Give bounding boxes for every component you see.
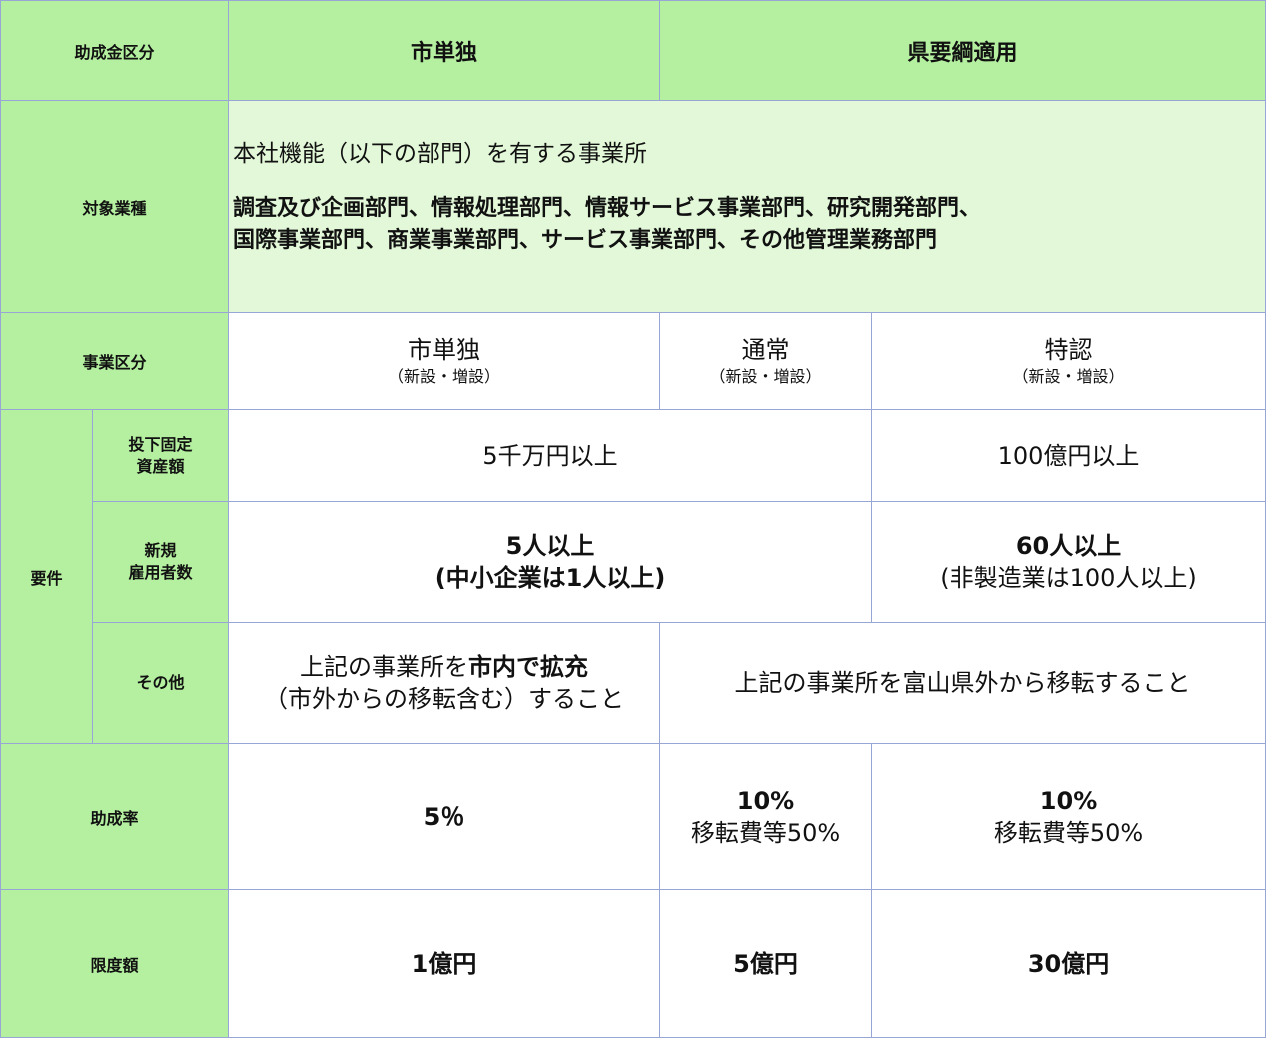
employment-special-line1: 60人以上 — [1015, 532, 1122, 560]
other-city-bold: 市内で拡充 — [468, 653, 589, 681]
other-city-line1: 上記の事業所を市内で拡充 — [229, 651, 659, 683]
category-city-sub: （新設・増設） — [388, 367, 501, 386]
rate-special-main: 10% — [1039, 786, 1098, 815]
rate-city: 5％ — [228, 743, 661, 890]
employment-city-normal-line1: 5人以上 — [505, 532, 595, 560]
rate-special-sub: 移転費等50% — [993, 818, 1144, 847]
employment-row: 新規 雇用者数 5人以上 (中小企業は1人以上) 60人以上 (非製造業は100… — [1, 501, 1267, 623]
category-label: 事業区分 — [0, 312, 230, 410]
other-city-prefix: 上記の事業所を — [300, 653, 469, 681]
category-normal: 通常 （新設・増設） — [659, 312, 873, 410]
subsidy-table: 助成金区分 市単独 県要綱適用 対象業種 本社機能（以下の部門）を有する事業所 … — [0, 0, 1267, 1038]
investment-label-line2: 資産額 — [136, 456, 185, 476]
employment-special-line2: (非製造業は100人以上) — [940, 564, 1197, 592]
target-label: 対象業種 — [0, 100, 230, 313]
investment-row: 要件 投下固定 資産額 5千万円以上 100億円以上 — [0, 409, 1267, 744]
limit-normal: 5億円 — [659, 889, 873, 1038]
target-departments-line1: 調査及び企画部門、情報処理部門、情報サービス事業部門、研究開発部門、 — [233, 196, 982, 221]
category-special-sub: （新設・増設） — [1012, 367, 1125, 386]
header-city: 市単独 — [228, 0, 661, 101]
category-city-title: 市単独 — [408, 336, 481, 364]
investment-label: 投下固定 資産額 — [91, 409, 230, 502]
target-row: 対象業種 本社機能（以下の部門）を有する事業所 調査及び企画部門、情報処理部門、… — [0, 100, 1267, 313]
investment-label-line1: 投下固定 — [128, 434, 193, 454]
limit-label: 限度額 — [0, 889, 230, 1038]
rate-normal-main: 10% — [736, 786, 795, 815]
rate-special: 10% 移転費等50% — [871, 743, 1267, 890]
target-content: 本社機能（以下の部門）を有する事業所 調査及び企画部門、情報処理部門、情報サービ… — [228, 100, 1267, 313]
category-city: 市単独 （新設・増設） — [228, 312, 661, 410]
category-special-title: 特認 — [1044, 336, 1093, 364]
header-row: 助成金区分 市単独 県要綱適用 — [0, 0, 1267, 101]
header-label: 助成金区分 — [0, 0, 230, 101]
employment-label-line1: 新規 — [144, 541, 177, 560]
employment-label-line2: 雇用者数 — [128, 563, 193, 582]
category-special: 特認 （新設・増設） — [871, 312, 1267, 410]
target-departments-line2: 国際事業部門、商業事業部門、サービス事業部門、その他管理業務部門 — [233, 228, 938, 253]
target-intro: 本社機能（以下の部門）を有する事業所 — [233, 141, 648, 167]
rate-label: 助成率 — [0, 743, 230, 890]
rate-row: 助成率 5％ 10% 移転費等50% 10% 移転費等50% — [0, 743, 1267, 890]
other-city: 上記の事業所を市内で拡充 （市外からの移転含む）すること — [228, 622, 661, 744]
investment-special: 100億円以上 — [871, 409, 1267, 502]
category-normal-sub: （新設・増設） — [709, 367, 822, 386]
header-pref: 県要綱適用 — [659, 0, 1267, 101]
employment-label: 新規 雇用者数 — [91, 501, 230, 623]
other-row: その他 上記の事業所を市内で拡充 （市外からの移転含む）すること 上記の事業所を… — [1, 622, 1267, 744]
employment-special: 60人以上 (非製造業は100人以上) — [871, 501, 1267, 623]
employment-city-normal-line2: (中小企業は1人以上) — [434, 564, 666, 592]
other-pref: 上記の事業所を富山県外から移転すること — [659, 622, 1267, 744]
investment-city-normal: 5千万円以上 — [228, 409, 873, 502]
employment-city-normal: 5人以上 (中小企業は1人以上) — [228, 501, 873, 623]
other-label: その他 — [91, 622, 230, 744]
limit-city: 1億円 — [228, 889, 661, 1038]
requirements-label: 要件 — [0, 409, 93, 744]
category-row: 事業区分 市単独 （新設・増設） 通常 （新設・増設） 特認 （新設・増設） — [0, 312, 1267, 410]
limit-special: 30億円 — [871, 889, 1267, 1038]
limit-row: 限度額 1億円 5億円 30億円 — [0, 889, 1267, 1038]
category-normal-title: 通常 — [741, 336, 790, 364]
rate-normal: 10% 移転費等50% — [659, 743, 873, 890]
rate-normal-sub: 移転費等50% — [690, 818, 841, 847]
other-city-line2: （市外からの移転含む）すること — [264, 685, 625, 713]
